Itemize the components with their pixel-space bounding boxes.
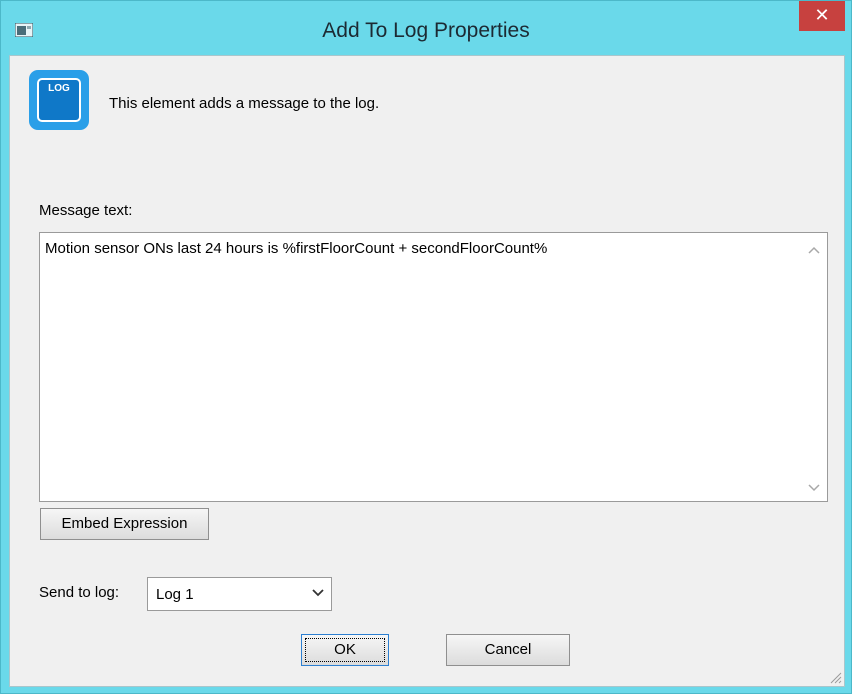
send-to-log-label: Send to log: (39, 584, 120, 601)
dialog-window: Add To Log Properties ✕ LOG This element… (0, 0, 852, 694)
scroll-down-icon[interactable] (807, 483, 821, 493)
send-to-log-value: Log 1 (156, 586, 194, 603)
ok-button[interactable]: OK (301, 634, 389, 666)
log-icon-text: LOG (48, 83, 70, 94)
log-icon-frame: LOG (37, 78, 81, 122)
log-icon: LOG (29, 70, 89, 130)
title-bar[interactable]: Add To Log Properties ✕ (1, 1, 851, 55)
message-text-label: Message text: (39, 202, 133, 219)
embed-expression-button[interactable]: Embed Expression (40, 508, 209, 540)
scroll-up-icon[interactable] (807, 245, 821, 255)
resize-grip-icon[interactable] (828, 670, 842, 684)
message-textarea[interactable]: Motion sensor ONs last 24 hours is %firs… (39, 232, 828, 502)
element-description: This element adds a message to the log. (109, 95, 380, 112)
close-icon: ✕ (814, 5, 830, 25)
dialog-content: LOG This element adds a message to the l… (9, 55, 845, 687)
window-title: Add To Log Properties (322, 19, 530, 42)
focus-rectangle (305, 638, 385, 662)
send-to-log-select[interactable]: Log 1 (147, 577, 332, 611)
message-text-value[interactable]: Motion sensor ONs last 24 hours is %firs… (45, 240, 547, 257)
cancel-button[interactable]: Cancel (446, 634, 570, 666)
chevron-down-icon (312, 589, 324, 597)
close-button[interactable]: ✕ (799, 1, 845, 31)
